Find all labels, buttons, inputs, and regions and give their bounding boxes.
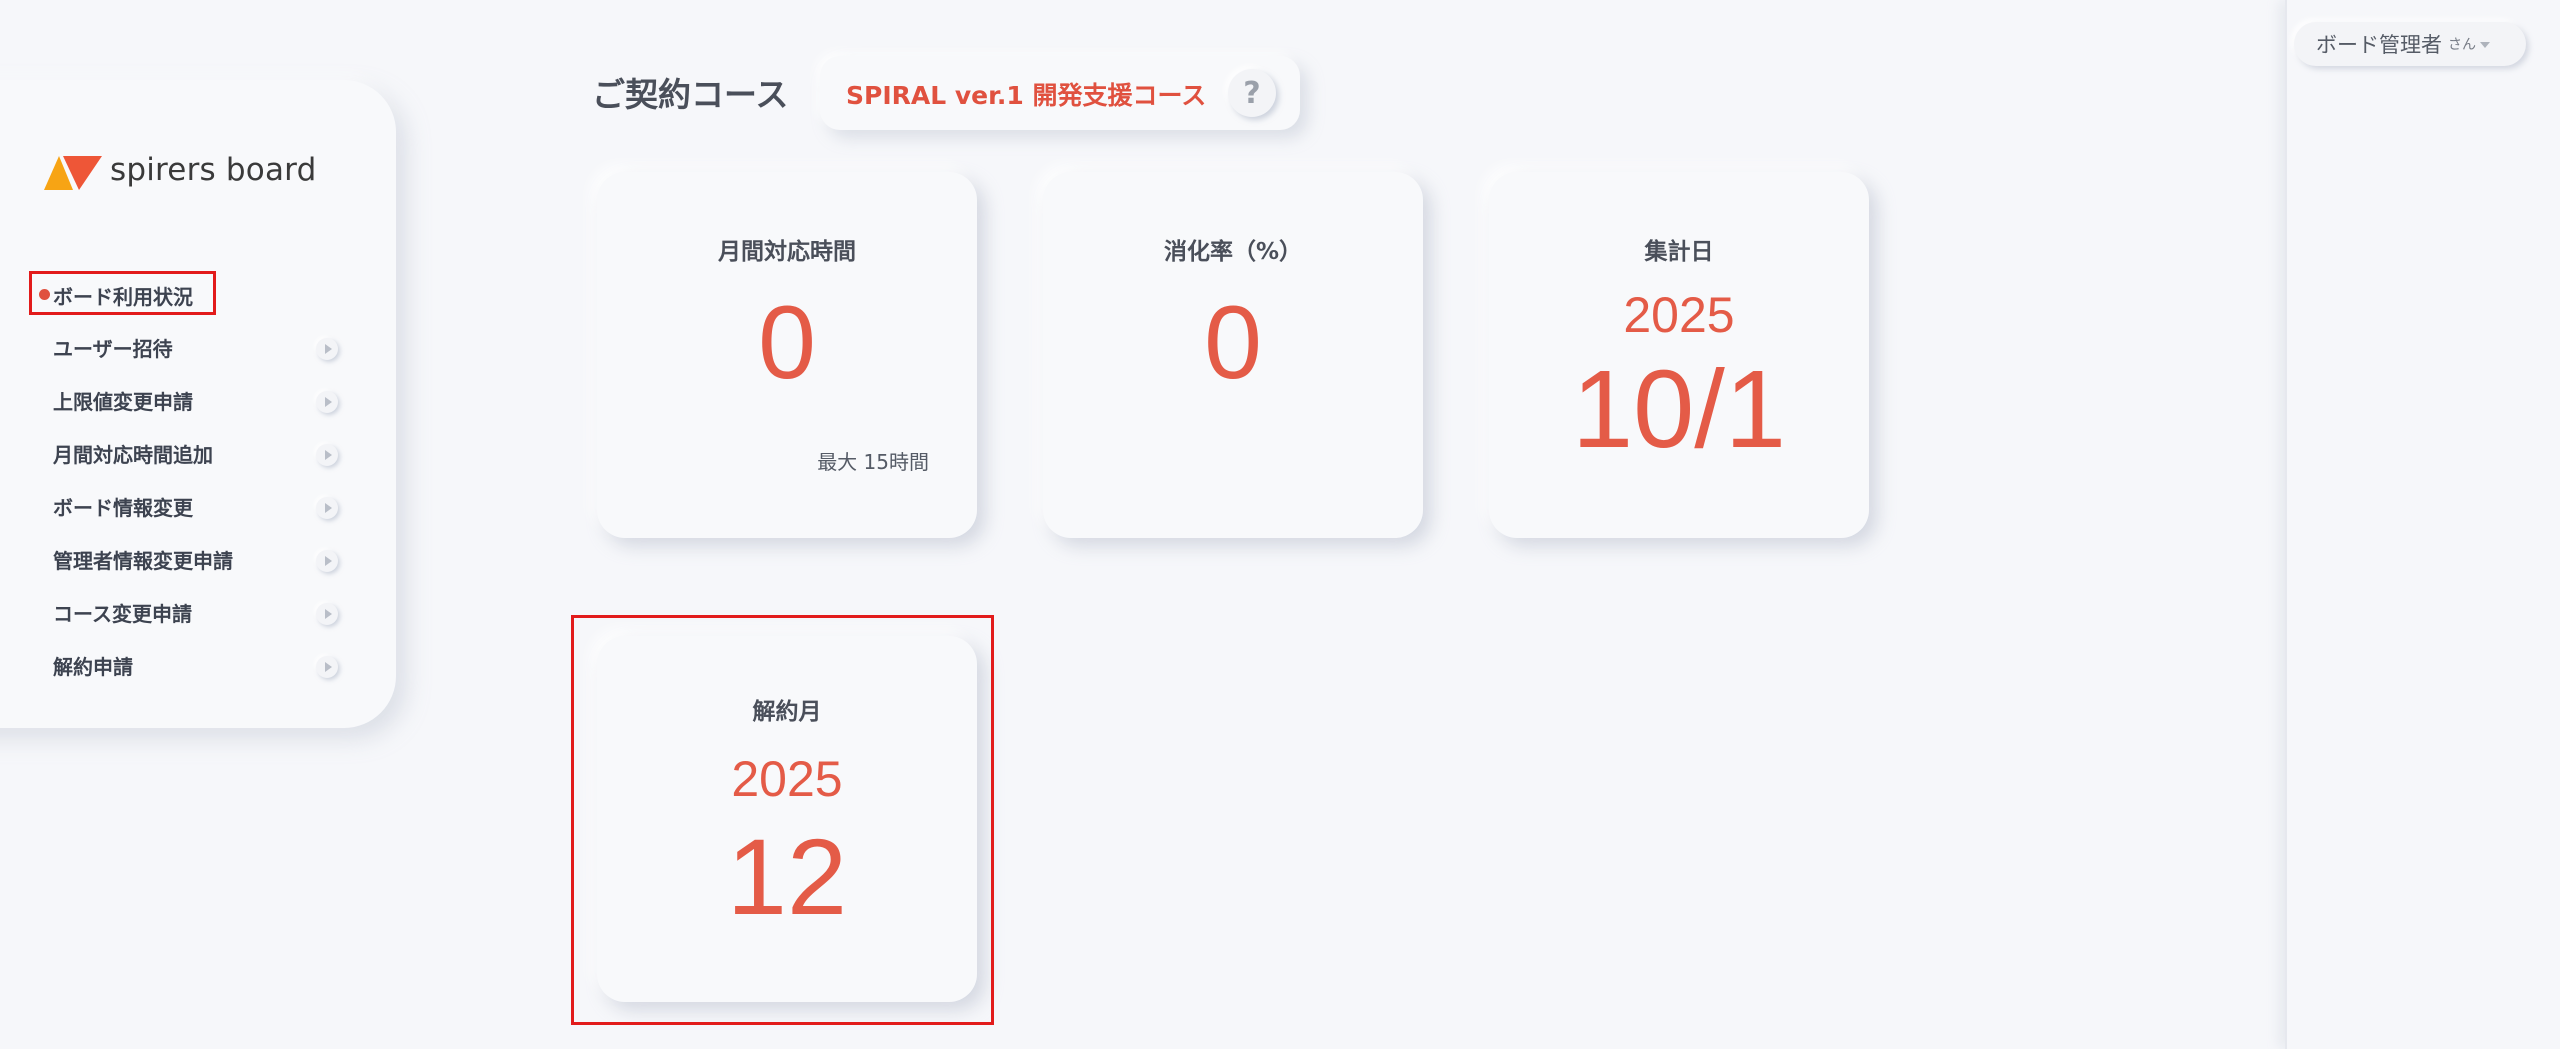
monthly-hours-card: 月間対応時間 0 最大 15時間 bbox=[597, 172, 977, 538]
user-suffix: さん bbox=[2448, 37, 2476, 53]
sidebar-item-admin-info[interactable]: 管理者情報変更申請 bbox=[0, 533, 396, 586]
course-name-pill: SPIRAL ver.1 開発支援コース ? bbox=[820, 56, 1300, 130]
page: spirers board ボード利用状況 ユーザー招待 上限値変更申請 月間対… bbox=[0, 0, 2560, 1049]
course-label: ご契約コース bbox=[592, 75, 789, 114]
sidebar-item-board-usage[interactable]: ボード利用状況 bbox=[0, 268, 396, 321]
sidebar-item-label: 月間対応時間追加 bbox=[53, 443, 213, 467]
sidebar-item-label: 解約申請 bbox=[53, 655, 133, 679]
chevron-right-icon bbox=[316, 338, 338, 360]
sidebar-item-label: ユーザー招待 bbox=[53, 337, 173, 361]
chevron-right-icon bbox=[316, 656, 338, 678]
card-label: 月間対応時間 bbox=[718, 239, 856, 265]
sidebar-item-label: 上限値変更申請 bbox=[53, 390, 193, 414]
sidebar-item-cancellation[interactable]: 解約申請 bbox=[0, 639, 396, 692]
consumption-rate-card: 消化率（%） 0 bbox=[1043, 172, 1423, 538]
chevron-right-icon bbox=[316, 391, 338, 413]
logo-text: spirers board bbox=[110, 152, 317, 188]
sidebar-item-hours-add[interactable]: 月間対応時間追加 bbox=[0, 427, 396, 480]
sidebar-item-label: ボード利用状況 bbox=[53, 285, 193, 309]
sidebar-item-limit-change[interactable]: 上限値変更申請 bbox=[0, 374, 396, 427]
sidebar-item-label: 管理者情報変更申請 bbox=[53, 549, 233, 573]
chevron-right-icon bbox=[316, 603, 338, 625]
user-menu-button[interactable]: ボード管理者 さん bbox=[2294, 22, 2526, 66]
sidebar-nav: ボード利用状況 ユーザー招待 上限値変更申請 月間対応時間追加 ボード情報変更 … bbox=[0, 268, 396, 692]
card-value: 0 bbox=[758, 285, 816, 401]
sidebar-item-board-info[interactable]: ボード情報変更 bbox=[0, 480, 396, 533]
card-year: 2025 bbox=[1623, 287, 1735, 343]
sidebar: spirers board ボード利用状況 ユーザー招待 上限値変更申請 月間対… bbox=[0, 80, 396, 728]
sidebar-item-label: コース変更申請 bbox=[53, 602, 192, 626]
aggregation-date-card: 集計日 2025 10/1 bbox=[1489, 172, 1869, 538]
sidebar-item-user-invite[interactable]: ユーザー招待 bbox=[0, 321, 396, 374]
chevron-down-icon bbox=[2480, 42, 2490, 48]
help-icon-glyph: ? bbox=[1243, 75, 1261, 111]
card-value: 0 bbox=[1204, 285, 1262, 401]
help-icon[interactable]: ? bbox=[1228, 69, 1276, 117]
logo[interactable]: spirers board bbox=[44, 150, 316, 190]
card-label: 消化率（%） bbox=[1163, 239, 1303, 265]
card-label: 集計日 bbox=[1644, 239, 1714, 265]
highlight-box bbox=[571, 615, 994, 1025]
chevron-right-icon bbox=[316, 550, 338, 572]
active-dot-icon bbox=[39, 289, 50, 300]
sidebar-item-label: ボード情報変更 bbox=[53, 496, 193, 520]
logo-icon bbox=[44, 156, 102, 190]
card-date: 10/1 bbox=[1571, 348, 1787, 471]
chevron-right-icon bbox=[316, 497, 338, 519]
chevron-right-icon bbox=[316, 444, 338, 466]
sidebar-item-course-change[interactable]: コース変更申請 bbox=[0, 586, 396, 639]
course-name: SPIRAL ver.1 開発支援コース bbox=[846, 81, 1207, 110]
user-name: ボード管理者 bbox=[2316, 33, 2442, 57]
right-panel bbox=[2285, 0, 2560, 1049]
max-hours-text: 最大 15時間 bbox=[817, 450, 929, 474]
